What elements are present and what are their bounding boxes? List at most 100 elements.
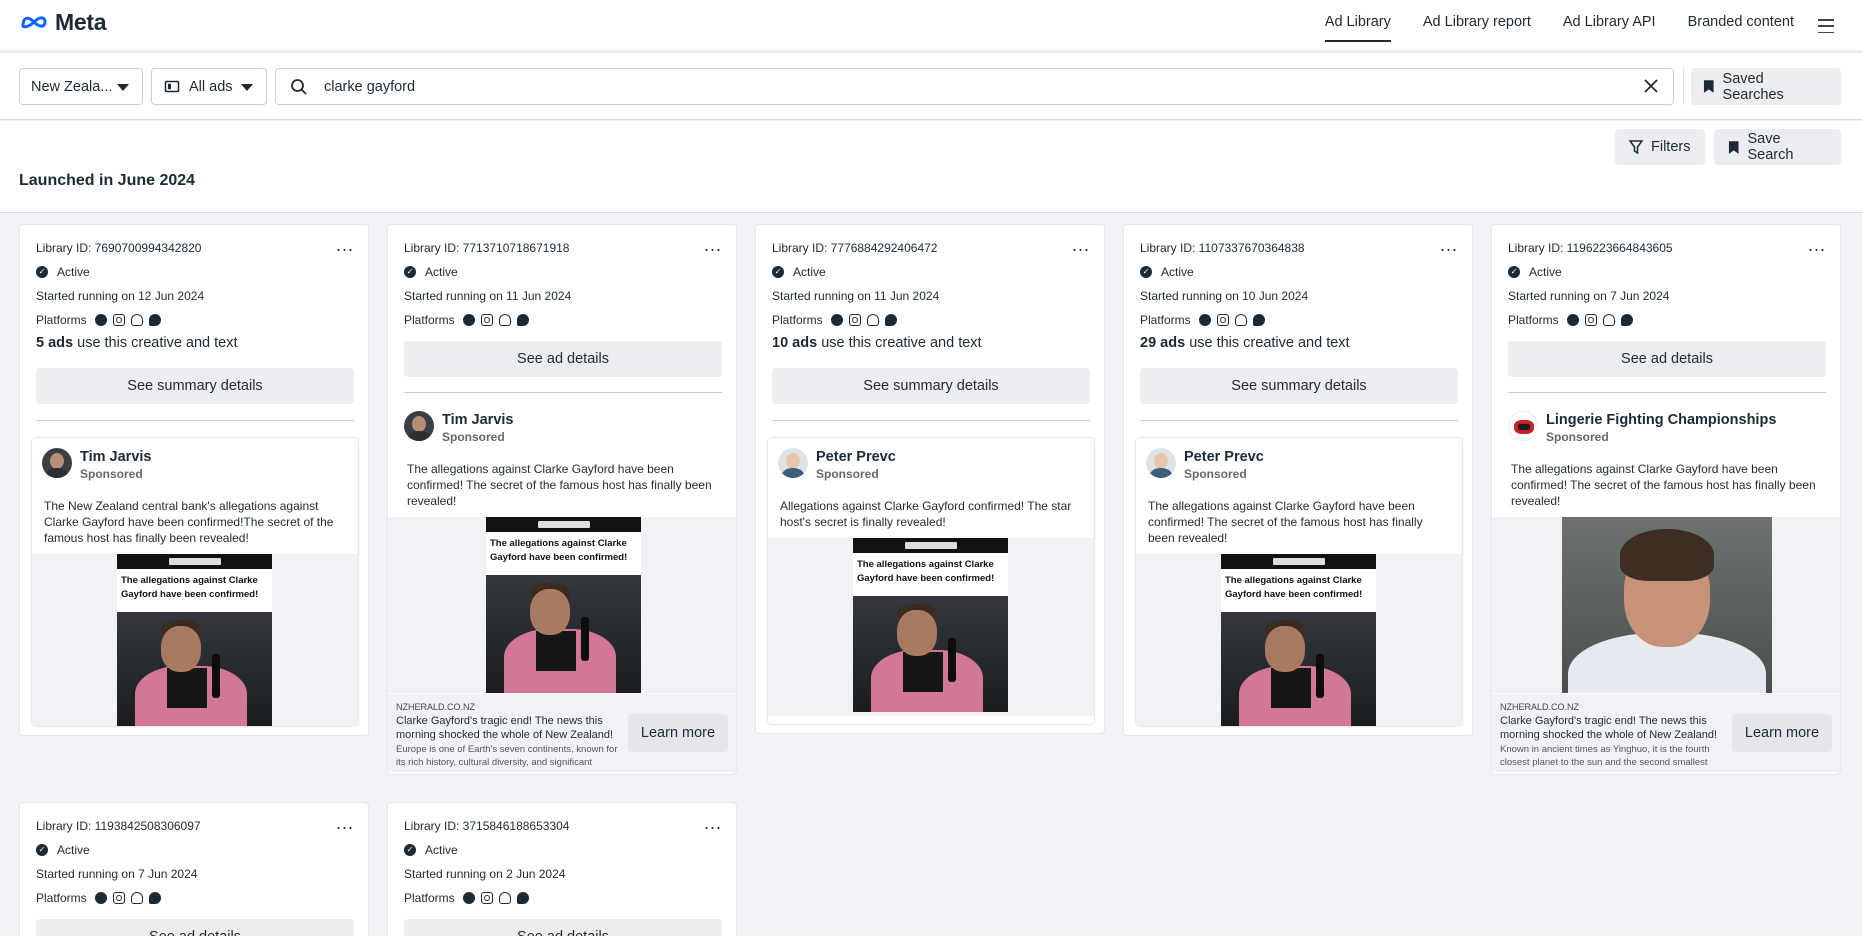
audience-network-icon [498, 314, 511, 326]
platforms-row: Platforms [1140, 313, 1265, 327]
platforms-row: Platforms [772, 313, 897, 327]
more-options-icon[interactable]: ... [1072, 236, 1090, 254]
meta-infinity-icon [21, 16, 47, 29]
chevron-down-icon [117, 84, 129, 91]
menu-icon[interactable] [1818, 19, 1834, 33]
status-badge: ✓ Active [404, 265, 458, 279]
see-summary-details-button[interactable]: See summary details [772, 368, 1090, 404]
close-icon[interactable] [1643, 78, 1659, 94]
use-text: use this creative and text [821, 335, 982, 351]
search-bar: New Zeala... All ads clarke gayford Save… [0, 53, 1862, 120]
learn-more-button[interactable]: Learn more [1732, 714, 1832, 752]
ad-image: The allegations against Clarke Gayford h… [117, 554, 272, 726]
advertiser-name[interactable]: Tim Jarvis [80, 448, 151, 466]
save-search-button[interactable]: Save Search [1714, 129, 1841, 165]
saved-searches-label: Saved Searches [1722, 70, 1784, 103]
ad-type-value: All ads [189, 78, 233, 95]
more-options-icon[interactable]: ... [704, 236, 722, 254]
advertiser-name[interactable]: Peter Prevc [816, 448, 896, 466]
audience-network-icon [866, 314, 879, 326]
start-date: Started running on 10 Jun 2024 [1140, 289, 1309, 303]
ad-preview[interactable]: Tim Jarvis Sponsored The New Zealand cent… [32, 438, 358, 726]
link-bar[interactable]: NZHERALD.CO.NZ Clarke Gayford's tragic e… [1492, 694, 1840, 772]
see-ad-details-button[interactable]: See ad details [1508, 341, 1826, 377]
link-domain: NZHERALD.CO.NZ [396, 702, 476, 712]
more-options-icon[interactable]: ... [336, 236, 354, 254]
instagram-icon [1584, 314, 1597, 326]
start-date: Started running on 11 Jun 2024 [772, 289, 940, 303]
link-bar[interactable]: NZHERALD.CO.NZ Clarke Gayford's tragic e… [388, 694, 736, 772]
nav-ad-library[interactable]: Ad Library [1324, 0, 1391, 52]
ads-count-text: 5 ads use this creative and text [36, 335, 238, 351]
filters-button[interactable]: Filters [1615, 129, 1705, 165]
ad-card: Library ID: 1193842508306097 ... ✓ Active… [19, 802, 369, 936]
image-headline: The allegations against Clarke Gayford h… [490, 538, 628, 563]
search-input[interactable]: clarke gayford [324, 79, 415, 95]
link-description: Europe is one of Earth's seven continent… [396, 744, 618, 768]
platforms-label: Platforms [1140, 313, 1191, 327]
advertiser-name[interactable]: Peter Prevc [1184, 448, 1264, 466]
check-circle-icon: ✓ [1140, 266, 1152, 278]
library-id: Library ID: 1196223664843605 [1508, 241, 1673, 255]
image-headline: The allegations against Clarke Gayford h… [121, 575, 259, 600]
more-options-icon[interactable]: ... [1440, 236, 1458, 254]
learn-more-button[interactable]: Learn more [628, 714, 728, 752]
link-title: Clarke Gayford's tragic end! The news th… [396, 715, 614, 741]
ad-type-select[interactable]: All ads [151, 68, 267, 105]
sponsored-label: Sponsored [80, 467, 143, 481]
ads-count: 29 ads [1140, 335, 1186, 351]
avatar [404, 411, 434, 441]
section-title: Launched in June 2024 [19, 172, 196, 189]
check-circle-icon: ✓ [1508, 266, 1520, 278]
facebook-icon [94, 892, 107, 904]
nav-ad-library-report[interactable]: Ad Library report [1423, 0, 1531, 52]
ad-preview[interactable]: Peter Prevc Sponsored Allegations against… [768, 438, 1094, 724]
saved-searches-button[interactable]: Saved Searches [1691, 68, 1841, 105]
facebook-icon [1198, 314, 1211, 326]
advertiser-name[interactable]: Lingerie Fighting Championships [1546, 411, 1776, 429]
avatar [1146, 448, 1176, 478]
media-area: The allegations against Clarke Gayford h… [768, 538, 1094, 716]
check-circle-icon: ✓ [772, 266, 784, 278]
status-text: Active [1161, 265, 1194, 279]
platforms-label: Platforms [404, 891, 455, 905]
search-field[interactable]: clarke gayford [275, 68, 1674, 105]
platforms-row: Platforms [404, 313, 529, 327]
more-options-icon[interactable]: ... [336, 814, 354, 832]
more-options-icon[interactable]: ... [1808, 236, 1826, 254]
more-options-icon[interactable]: ... [704, 814, 722, 832]
ad-card: Library ID: 3715846188653304 ... ✓ Active… [387, 802, 737, 936]
facebook-icon [830, 314, 843, 326]
nav-ad-library-api[interactable]: Ad Library API [1563, 0, 1656, 52]
ad-video[interactable] [1562, 517, 1772, 693]
divider [1683, 68, 1684, 105]
bookmark-icon [1728, 140, 1739, 154]
status-badge: ✓ Active [36, 843, 90, 857]
image-headline: The allegations against Clarke Gayford h… [857, 559, 995, 584]
see-summary-details-button[interactable]: See summary details [36, 368, 354, 404]
divider [36, 420, 354, 421]
search-icon [291, 78, 307, 95]
audience-network-icon [130, 314, 143, 326]
messenger-icon [884, 314, 897, 326]
meta-logo[interactable]: Meta [19, 8, 107, 36]
ad-image: The allegations against Clarke Gayford h… [486, 517, 641, 693]
see-ad-details-button[interactable]: See ad details [404, 341, 722, 377]
ad-card: Library ID: 1107337670364838 ... ✓ Active… [1123, 224, 1473, 736]
advertiser: Tim Jarvis Sponsored [42, 448, 348, 483]
nav-branded-content[interactable]: Branded content [1688, 0, 1794, 52]
see-summary-details-button[interactable]: See summary details [1140, 368, 1458, 404]
ad-preview[interactable]: Peter Prevc Sponsored The allegations aga… [1136, 438, 1462, 726]
start-date: Started running on 2 Jun 2024 [404, 867, 566, 881]
avatar [42, 448, 72, 478]
ad-card: Library ID: 1196223664843605 ... ✓ Active… [1491, 224, 1841, 775]
country-select[interactable]: New Zeala... [19, 68, 143, 105]
advertiser: Peter Prevc Sponsored [1146, 448, 1452, 483]
divider [404, 392, 722, 393]
sponsored-label: Sponsored [442, 430, 505, 444]
save-search-label: Save Search [1747, 131, 1794, 163]
see-ad-details-button[interactable]: See ad details [36, 919, 354, 936]
library-id: Library ID: 3715846188653304 [404, 819, 570, 833]
advertiser-name[interactable]: Tim Jarvis [442, 411, 513, 429]
see-ad-details-button[interactable]: See ad details [404, 919, 722, 936]
